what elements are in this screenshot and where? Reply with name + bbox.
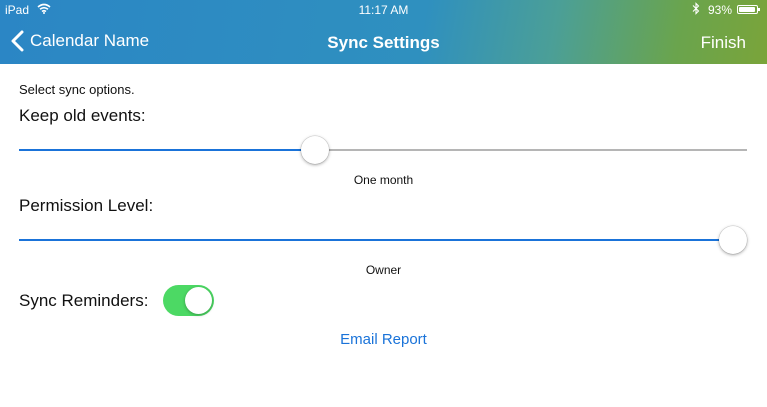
navigation-bar: Calendar Name Sync Settings Finish bbox=[0, 20, 767, 64]
permission-level-slider[interactable] bbox=[19, 225, 747, 255]
bluetooth-icon bbox=[692, 2, 700, 18]
slider-thumb[interactable] bbox=[719, 226, 747, 254]
status-bar: iPad 11:17 AM 93% bbox=[0, 0, 767, 20]
instruction-text: Select sync options. bbox=[19, 82, 135, 97]
permission-level-label: Permission Level: bbox=[19, 196, 154, 215]
page-title: Sync Settings bbox=[327, 33, 440, 52]
keep-old-events-slider[interactable] bbox=[19, 135, 747, 165]
battery-nub bbox=[758, 8, 760, 11]
slider-fill bbox=[19, 239, 733, 241]
sync-reminders-label: Sync Reminders: bbox=[19, 291, 149, 310]
sync-reminders-toggle[interactable] bbox=[163, 285, 214, 316]
email-report-link[interactable]: Email Report bbox=[0, 331, 767, 348]
top-bar: iPad 11:17 AM 93% Calendar Name Sync Set… bbox=[0, 0, 767, 64]
toggle-knob bbox=[185, 287, 212, 314]
keep-old-events-label: Keep old events: bbox=[19, 106, 146, 125]
slider-thumb[interactable] bbox=[301, 136, 330, 164]
slider-fill bbox=[19, 149, 316, 151]
permission-level-value: Owner bbox=[365, 263, 402, 277]
status-time: 11:17 AM bbox=[358, 3, 409, 17]
keep-old-events-value: One month bbox=[353, 173, 414, 187]
battery-fill bbox=[739, 7, 755, 12]
battery-icon bbox=[737, 5, 760, 14]
finish-button[interactable]: Finish bbox=[701, 33, 746, 53]
battery-percent: 93% bbox=[708, 3, 733, 17]
